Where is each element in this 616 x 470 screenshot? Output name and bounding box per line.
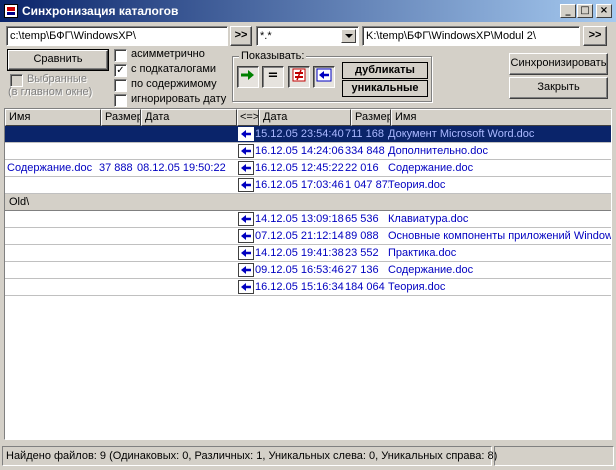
table-row[interactable]: 14.12.05 19:41:38 23 552 Практика.doc: [5, 245, 611, 262]
right-file-size: 23 552: [345, 247, 379, 259]
right-file-size: 22 016: [345, 162, 379, 174]
by-content-label: по содержимому: [131, 78, 217, 90]
arrow-left-icon: [316, 68, 332, 82]
folder-name: Old\: [9, 196, 30, 208]
table-row[interactable]: 15.12.05 23:54:40 711 168 Документ Microso…: [5, 126, 611, 143]
right-file-name: Теория.doc: [388, 281, 446, 293]
right-file-date: 16.12.05 17:03:46: [255, 179, 344, 191]
table-row[interactable]: 14.12.05 13:09:18 65 536 Клавиатура.doc: [5, 211, 611, 228]
right-file-name: Документ Microsoft Word.doc: [388, 128, 535, 140]
table-row[interactable]: 09.12.05 16:53:46 27 136 Содержание.doc: [5, 262, 611, 279]
show-different-toggle[interactable]: [288, 66, 310, 88]
show-left-newer-toggle[interactable]: [237, 66, 259, 88]
right-file-date: 16.12.05 14:24:06: [255, 145, 344, 157]
right-file-date: 07.12.05 21:12:14: [255, 230, 344, 242]
right-file-name: Основные компоненты приложений Window: [388, 230, 611, 242]
left-path-input[interactable]: c:\temp\БФГ\WindowsXP\: [6, 26, 228, 46]
show-equal-toggle[interactable]: =: [262, 66, 284, 88]
right-file-size: 65 536: [345, 213, 379, 225]
right-browse-button[interactable]: >>: [583, 26, 607, 46]
show-right-newer-toggle[interactable]: [313, 66, 335, 88]
column-header-size-left[interactable]: Размер: [101, 109, 141, 126]
table-row[interactable]: Содержание.doc 37 888 08.12.05 19:50:22 16.…: [5, 160, 611, 177]
right-file-size: 711 168: [345, 128, 384, 140]
left-file-date: 08.12.05 19:50:22: [137, 162, 226, 174]
right-file-size: 1 047 872: [345, 179, 389, 191]
column-header-name-left[interactable]: Имя: [5, 109, 101, 126]
copy-left-arrow-icon[interactable]: [238, 127, 254, 141]
right-file-date: 15.12.05 23:54:40: [255, 128, 344, 140]
right-file-date: 14.12.05 19:41:38: [255, 247, 344, 259]
table-row[interactable]: 16.12.05 14:24:06 334 848 Дополнительно.do…: [5, 143, 611, 160]
right-file-name: Теория.doc: [388, 179, 446, 191]
file-mask-value: *.*: [260, 30, 272, 42]
right-file-name: Дополнительно.doc: [388, 145, 488, 157]
right-file-name: Содержание.doc: [388, 264, 474, 276]
maximize-button[interactable]: □: [577, 4, 593, 18]
copy-left-arrow-icon[interactable]: [238, 178, 254, 192]
checkmark-icon: ✓: [116, 65, 125, 76]
right-path-input[interactable]: K:\temp\БФГ\WindowsXP\Modul 2\: [362, 26, 580, 46]
arrow-right-icon: [241, 70, 254, 80]
status-text: Найдено файлов: 9 (Одинаковых: 0, Различ…: [2, 446, 497, 466]
left-file-size: 37 888: [99, 162, 133, 174]
right-file-size: 184 064: [345, 281, 385, 293]
right-file-date: 14.12.05 13:09:18: [255, 213, 344, 225]
selected-sublabel: (в главном окне): [8, 86, 93, 98]
right-file-name: Содержание.doc: [388, 162, 474, 174]
close-window-button[interactable]: ×: [596, 4, 612, 18]
table-row[interactable]: 07.12.05 21:12:14 89 088 Основные компонен…: [5, 228, 611, 245]
copy-left-arrow-icon[interactable]: [238, 246, 254, 260]
show-label: Показывать:: [239, 50, 307, 62]
by-content-checkbox[interactable]: [114, 79, 127, 92]
column-header-date-left[interactable]: Дата: [141, 109, 237, 126]
copy-left-arrow-icon[interactable]: [238, 144, 254, 158]
table-row[interactable]: 16.12.05 15:16:34 184 064 Теория.doc: [5, 279, 611, 296]
column-header-name-right[interactable]: Имя: [391, 109, 611, 126]
minimize-button[interactable]: _: [560, 4, 576, 18]
left-file-name: Содержание.doc: [7, 162, 93, 174]
copy-left-arrow-icon[interactable]: [238, 212, 254, 226]
copy-left-arrow-icon[interactable]: [238, 229, 254, 243]
right-file-size: 334 848: [345, 145, 385, 157]
window-title: Синхронизация каталогов: [22, 4, 179, 18]
compare-button[interactable]: Сравнить: [7, 49, 109, 71]
asymmetric-checkbox[interactable]: [114, 49, 127, 62]
right-file-size: 27 136: [345, 264, 379, 276]
subdirs-label: с подкаталогами: [131, 63, 217, 75]
file-comparison-list[interactable]: Имя Размер Дата <=> Дата Размер Имя 15.1…: [4, 108, 612, 440]
subdirs-checkbox[interactable]: ✓: [114, 64, 127, 77]
column-header-date-right[interactable]: Дата: [259, 109, 351, 126]
right-file-size: 89 088: [345, 230, 379, 242]
right-file-date: 16.12.05 15:16:34: [255, 281, 344, 293]
asymmetric-label: асимметрично: [131, 48, 205, 60]
folder-row[interactable]: Old\: [5, 194, 611, 211]
not-equal-icon: [292, 68, 306, 82]
chevron-down-icon[interactable]: [341, 29, 356, 43]
app-icon: [4, 4, 18, 18]
right-file-date: 16.12.05 12:45:22: [255, 162, 344, 174]
file-mask-combo[interactable]: *.*: [256, 26, 359, 46]
show-unique-toggle[interactable]: уникальные: [342, 80, 428, 97]
table-row[interactable]: 16.12.05 17:03:461 047 872Теория.doc: [5, 177, 611, 194]
close-button[interactable]: Закрыть: [509, 77, 608, 99]
copy-left-arrow-icon[interactable]: [238, 280, 254, 294]
title-bar[interactable]: Синхронизация каталогов _ □ ×: [0, 0, 616, 22]
selected-label: Выбранные: [27, 73, 87, 85]
column-header-size-right[interactable]: Размер: [351, 109, 391, 126]
left-browse-button[interactable]: >>: [230, 26, 252, 46]
show-duplicates-toggle[interactable]: дубликаты: [342, 62, 428, 79]
right-file-date: 09.12.05 16:53:46: [255, 264, 344, 276]
copy-left-arrow-icon[interactable]: [238, 263, 254, 277]
status-panel-empty: [494, 446, 614, 466]
right-file-name: Клавиатура.doc: [388, 213, 469, 225]
copy-left-arrow-icon[interactable]: [238, 161, 254, 175]
synchronize-button[interactable]: Синхронизировать: [509, 53, 608, 75]
column-header-direction[interactable]: <=>: [237, 109, 259, 126]
ignore-date-label: игнорировать дату: [131, 93, 227, 105]
ignore-date-checkbox[interactable]: [114, 94, 127, 107]
right-file-name: Практика.doc: [388, 247, 457, 259]
